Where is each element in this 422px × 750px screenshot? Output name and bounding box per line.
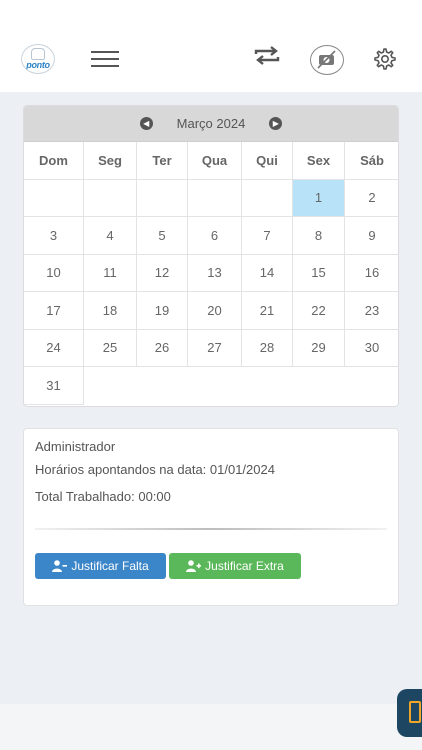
calendar-header: ◀ Março 2024 ▶: [24, 106, 398, 142]
calendar-day[interactable]: 20: [188, 292, 242, 330]
total-worked: Total Trabalhado: 00:00: [35, 489, 171, 504]
calendar-day[interactable]: 23: [345, 292, 398, 330]
calendar-day[interactable]: 12: [137, 254, 188, 292]
weekday-header: Ter: [137, 142, 188, 180]
calendar-day[interactable]: 28: [242, 329, 293, 367]
calendar-empty-area: [293, 367, 345, 405]
calendar-day[interactable]: 11: [84, 254, 137, 292]
calendar-empty-area: [84, 367, 137, 405]
justify-absence-label: Justificar Falta: [71, 559, 149, 573]
calendar-day[interactable]: 13: [188, 254, 242, 292]
calendar-empty-area: [345, 367, 398, 405]
user-plus-icon: [186, 560, 202, 572]
menu-icon[interactable]: [91, 51, 119, 67]
floating-tablet-button[interactable]: [397, 689, 422, 737]
calendar-empty-cell: [188, 179, 242, 217]
user-name: Administrador: [35, 439, 116, 454]
attendance-card: Administrador Horários apontandos na dat…: [23, 428, 399, 606]
main-content: ◀ Março 2024 ▶ Dom Seg Ter Qua Qui Sex Sáb 1 2 3 4…: [0, 92, 422, 704]
calendar-day[interactable]: 19: [137, 292, 188, 330]
calendar-empty-area: [188, 367, 242, 405]
justify-extra-button[interactable]: Justificar Extra: [169, 553, 301, 579]
calendar-day[interactable]: 26: [137, 329, 188, 367]
calendar-day[interactable]: 4: [84, 217, 137, 255]
calendar-day[interactable]: 25: [84, 329, 137, 367]
calendar-day[interactable]: 2: [345, 180, 398, 217]
calendar-empty-cell: [84, 179, 137, 217]
calendar-day-selected[interactable]: 1: [293, 179, 345, 217]
weekday-header: Sáb: [345, 142, 398, 180]
user-minus-icon: [52, 560, 68, 572]
weekday-header: Qui: [242, 142, 293, 180]
calendar-day[interactable]: 5: [137, 217, 188, 255]
calendar-empty-area: [137, 367, 188, 405]
calendar-day[interactable]: 21: [242, 292, 293, 330]
calendar-empty-area: [242, 367, 293, 405]
calendar-day[interactable]: 15: [293, 254, 345, 292]
gear-icon[interactable]: [372, 47, 396, 71]
weekday-header: Sex: [293, 142, 345, 180]
justify-absence-button[interactable]: Justificar Falta: [35, 553, 166, 579]
calendar-day[interactable]: 24: [24, 329, 84, 367]
calendar-day[interactable]: 8: [293, 217, 345, 255]
calendar-empty-cell: [137, 179, 188, 217]
calendar-day[interactable]: 7: [242, 217, 293, 255]
calendar: ◀ Março 2024 ▶ Dom Seg Ter Qua Qui Sex Sáb 1 2 3 4…: [23, 105, 399, 407]
calendar-day[interactable]: 10: [24, 254, 84, 292]
logo-mark: [31, 48, 45, 60]
justify-extra-label: Justificar Extra: [205, 559, 284, 573]
footer-strip: [0, 704, 422, 750]
logo-text: ponto: [26, 60, 50, 70]
calendar-day[interactable]: 30: [345, 330, 398, 367]
weekday-header: Qua: [188, 142, 242, 180]
calendar-empty-cell: [24, 179, 84, 217]
weekday-header: Seg: [84, 142, 137, 180]
calendar-day[interactable]: 14: [242, 254, 293, 292]
schedule-line: Horários apontandos na data: 01/01/2024: [35, 462, 275, 477]
next-month-icon[interactable]: ▶: [269, 117, 283, 130]
calendar-day[interactable]: 31: [24, 367, 84, 405]
divider: [35, 528, 387, 530]
month-label: Março 2024: [176, 116, 246, 131]
prev-month-icon[interactable]: ◀: [139, 117, 153, 130]
calendar-day[interactable]: 27: [188, 329, 242, 367]
calendar-day[interactable]: 6: [188, 217, 242, 255]
calendar-day[interactable]: 16: [345, 255, 398, 292]
app-header: ponto: [0, 0, 422, 92]
calendar-day[interactable]: 22: [293, 292, 345, 330]
tablet-icon: [409, 701, 421, 723]
app-logo: ponto: [21, 44, 55, 74]
calendar-day[interactable]: 18: [84, 292, 137, 330]
camera-off-icon[interactable]: [310, 45, 344, 75]
calendar-day[interactable]: 17: [24, 292, 84, 330]
sync-icon[interactable]: [253, 44, 281, 68]
calendar-grid: Dom Seg Ter Qua Qui Sex Sáb 1 2 3 4 5 6 7 8 9 10 11 12 13 14…: [24, 142, 398, 405]
calendar-empty-cell: [242, 179, 293, 217]
calendar-day[interactable]: 9: [345, 217, 398, 255]
calendar-day[interactable]: 29: [293, 329, 345, 367]
calendar-day[interactable]: 3: [24, 217, 84, 255]
weekday-header: Dom: [24, 142, 84, 180]
